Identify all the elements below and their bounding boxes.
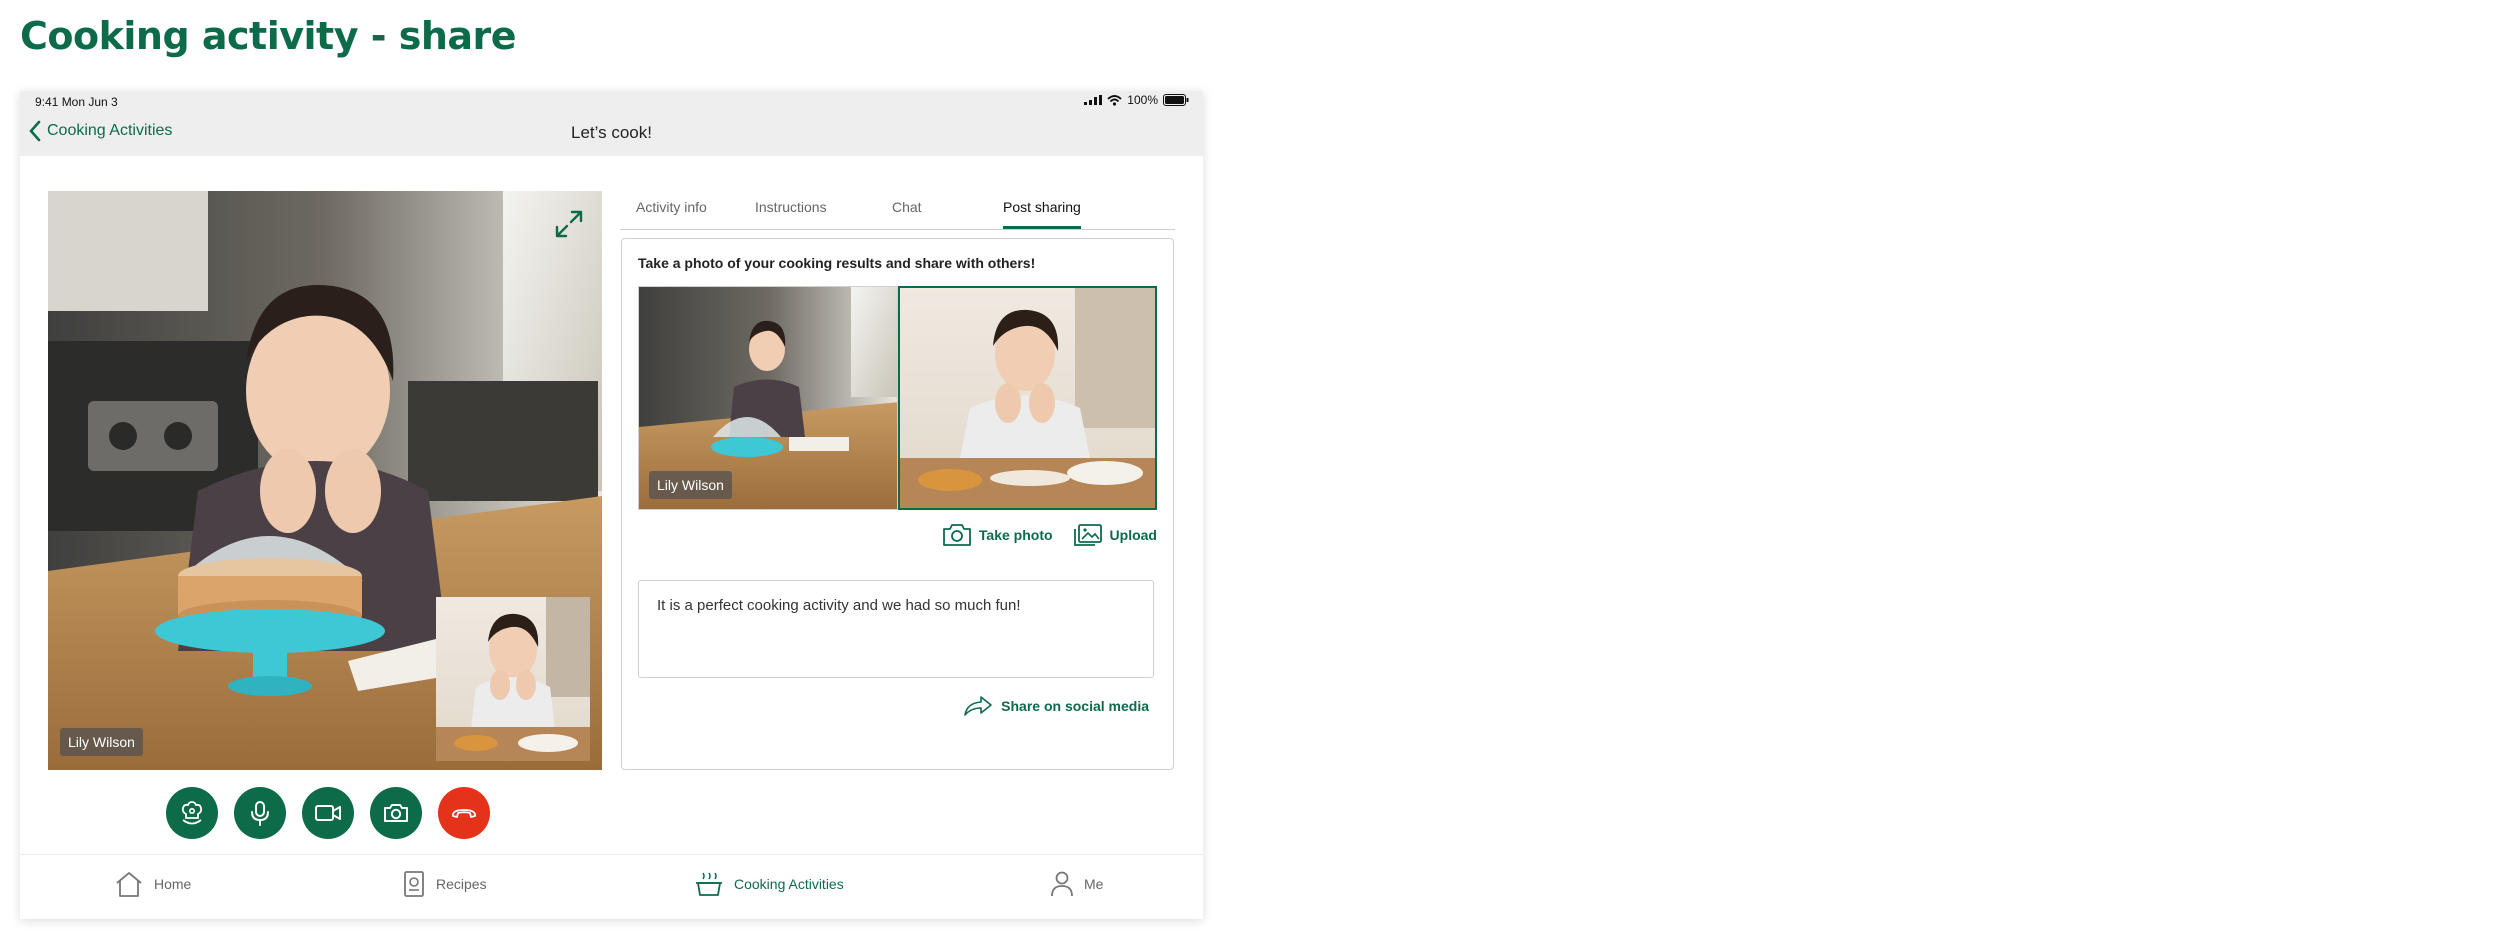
gallery-icon xyxy=(1073,524,1102,546)
person-icon xyxy=(1051,871,1073,897)
expand-icon xyxy=(555,210,583,238)
status-indicators: 100% xyxy=(1084,93,1189,107)
video-camera-icon xyxy=(315,805,341,821)
main-video-feed[interactable]: Lily Wilson xyxy=(48,191,602,770)
page-heading: Cooking activity - share xyxy=(20,14,517,58)
photo-actions: Take photo Upload xyxy=(942,523,1157,547)
home-icon xyxy=(116,872,142,897)
signal-icon xyxy=(1084,95,1103,105)
ai-chef-button[interactable] xyxy=(166,787,218,839)
tab-instructions[interactable]: Instructions xyxy=(755,199,827,226)
portrait-photo xyxy=(900,288,1155,508)
screen-title: Let’s cook! xyxy=(571,123,652,142)
take-photo-button[interactable]: Take photo xyxy=(942,523,1053,547)
microphone-icon xyxy=(251,801,269,826)
camera-icon xyxy=(943,524,971,546)
snapshot-button[interactable] xyxy=(370,787,422,839)
nav-recipes[interactable]: Recipes xyxy=(402,870,487,898)
cooking-pot-icon xyxy=(696,872,722,896)
tab-post-sharing[interactable]: Post sharing xyxy=(1003,199,1081,229)
activity-tabs: Activity info Instructions Chat Post sha… xyxy=(620,191,1175,230)
tab-chat[interactable]: Chat xyxy=(892,199,922,226)
photo-name-tag: Lily Wilson xyxy=(649,471,732,499)
upload-label: Upload xyxy=(1109,527,1157,543)
participant-name-tag: Lily Wilson xyxy=(60,728,143,756)
tablet-frame: 9:41 Mon Jun 3 100% Cooking Activities L… xyxy=(20,91,1203,919)
wifi-icon xyxy=(1107,94,1122,106)
recipes-icon xyxy=(404,871,424,897)
status-time: 9:41 Mon Jun 3 xyxy=(35,95,118,109)
nav-home[interactable]: Home xyxy=(114,870,191,898)
comment-input[interactable]: It is a perfect cooking activity and we … xyxy=(638,580,1154,678)
nav-recipes-label: Recipes xyxy=(436,876,487,892)
photo-preview: Lily Wilson xyxy=(638,286,1157,510)
share-arrow-icon xyxy=(964,696,992,716)
hang-up-icon xyxy=(452,809,476,818)
share-social-label: Share on social media xyxy=(1001,698,1149,714)
share-prompt: Take a photo of your cooking results and… xyxy=(638,255,1036,271)
top-bar: 9:41 Mon Jun 3 100% Cooking Activities L… xyxy=(20,91,1203,156)
bottom-navigation: Home Recipes Cooking Activities Me xyxy=(20,854,1203,919)
battery-percent: 100% xyxy=(1127,93,1158,107)
post-sharing-panel: Take a photo of your cooking results and… xyxy=(621,238,1174,770)
expand-video-button[interactable] xyxy=(554,209,584,244)
camera-icon xyxy=(384,804,408,822)
nav-me-label: Me xyxy=(1084,876,1104,892)
end-call-button[interactable] xyxy=(438,787,490,839)
tab-activity-info[interactable]: Activity info xyxy=(636,199,707,226)
chef-hat-icon xyxy=(181,801,203,825)
self-view-video[interactable] xyxy=(436,597,590,761)
nav-cooking-activities-label: Cooking Activities xyxy=(734,876,844,892)
microphone-button[interactable] xyxy=(234,787,286,839)
call-controls xyxy=(166,787,490,839)
captured-photo-left[interactable]: Lily Wilson xyxy=(638,286,898,510)
nav-home-label: Home xyxy=(154,876,192,892)
self-view-image xyxy=(436,597,590,761)
nav-cooking-activities[interactable]: Cooking Activities xyxy=(694,870,844,898)
take-photo-label: Take photo xyxy=(978,527,1053,543)
share-social-button[interactable]: Share on social media xyxy=(963,695,1149,717)
battery-icon xyxy=(1163,94,1189,106)
captured-photo-right[interactable] xyxy=(898,286,1157,510)
video-camera-button[interactable] xyxy=(302,787,354,839)
upload-button[interactable]: Upload xyxy=(1073,523,1157,547)
nav-me[interactable]: Me xyxy=(1050,870,1103,898)
